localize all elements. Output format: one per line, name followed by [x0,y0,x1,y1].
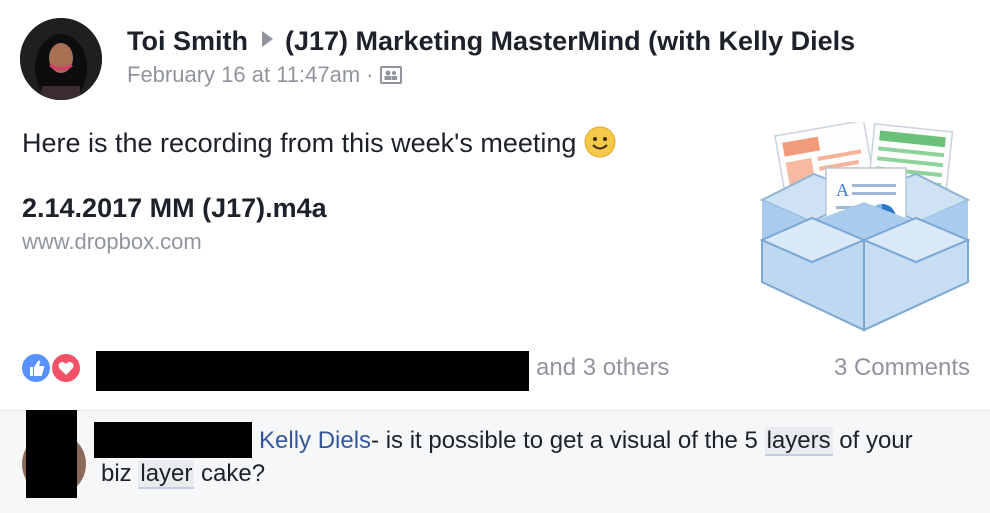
like-reaction-icon [20,352,52,384]
redacted-avatar [26,410,77,498]
comment-text-line-2: biz layer cake? [101,460,266,489]
group-members-icon[interactable] [379,66,402,84]
reactions-others[interactable]: and 3 others [536,354,669,382]
redacted-names [96,351,529,391]
post-header: Toi Smith (J17) Marketing MasterMind (wit… [127,26,855,57]
author-avatar[interactable] [20,18,102,100]
love-reaction-icon [50,352,82,384]
comment-text-part: - is it possible to get a visual of the … [371,427,765,454]
comment-mention[interactable]: Kelly Diels [259,427,371,454]
svg-text:A: A [836,180,849,200]
comment-text-part: of your [832,427,913,454]
group-name[interactable]: (J17) Marketing MasterMind (with Kelly D… [285,26,855,56]
post-meta: February 16 at 11:47am · [127,62,402,88]
post-text-content: Here is the recording from this week's m… [22,128,577,158]
link-domain[interactable]: www.dropbox.com [22,229,202,255]
smiley-icon [584,126,616,165]
post-text: Here is the recording from this week's m… [22,126,616,165]
author-name[interactable]: Toi Smith [127,26,248,56]
dropbox-thumbnail[interactable]: A [752,119,976,334]
link-title[interactable]: 2.14.2017 MM (J17).m4a [22,193,327,224]
comment-text-line-1: Kelly Diels- is it possible to get a vis… [259,427,913,456]
comment-text-part: biz [101,460,139,487]
comments-count[interactable]: 3 Comments [834,354,970,382]
post-timestamp[interactable]: February 16 at 11:47am [127,62,360,87]
arrow-right-icon [262,31,273,47]
highlighted-word: layers [764,427,833,456]
comment-text-part: cake? [194,460,266,487]
redacted-commenter-name [94,422,252,458]
meta-separator: · [366,62,374,87]
highlighted-word: layer [138,460,195,489]
